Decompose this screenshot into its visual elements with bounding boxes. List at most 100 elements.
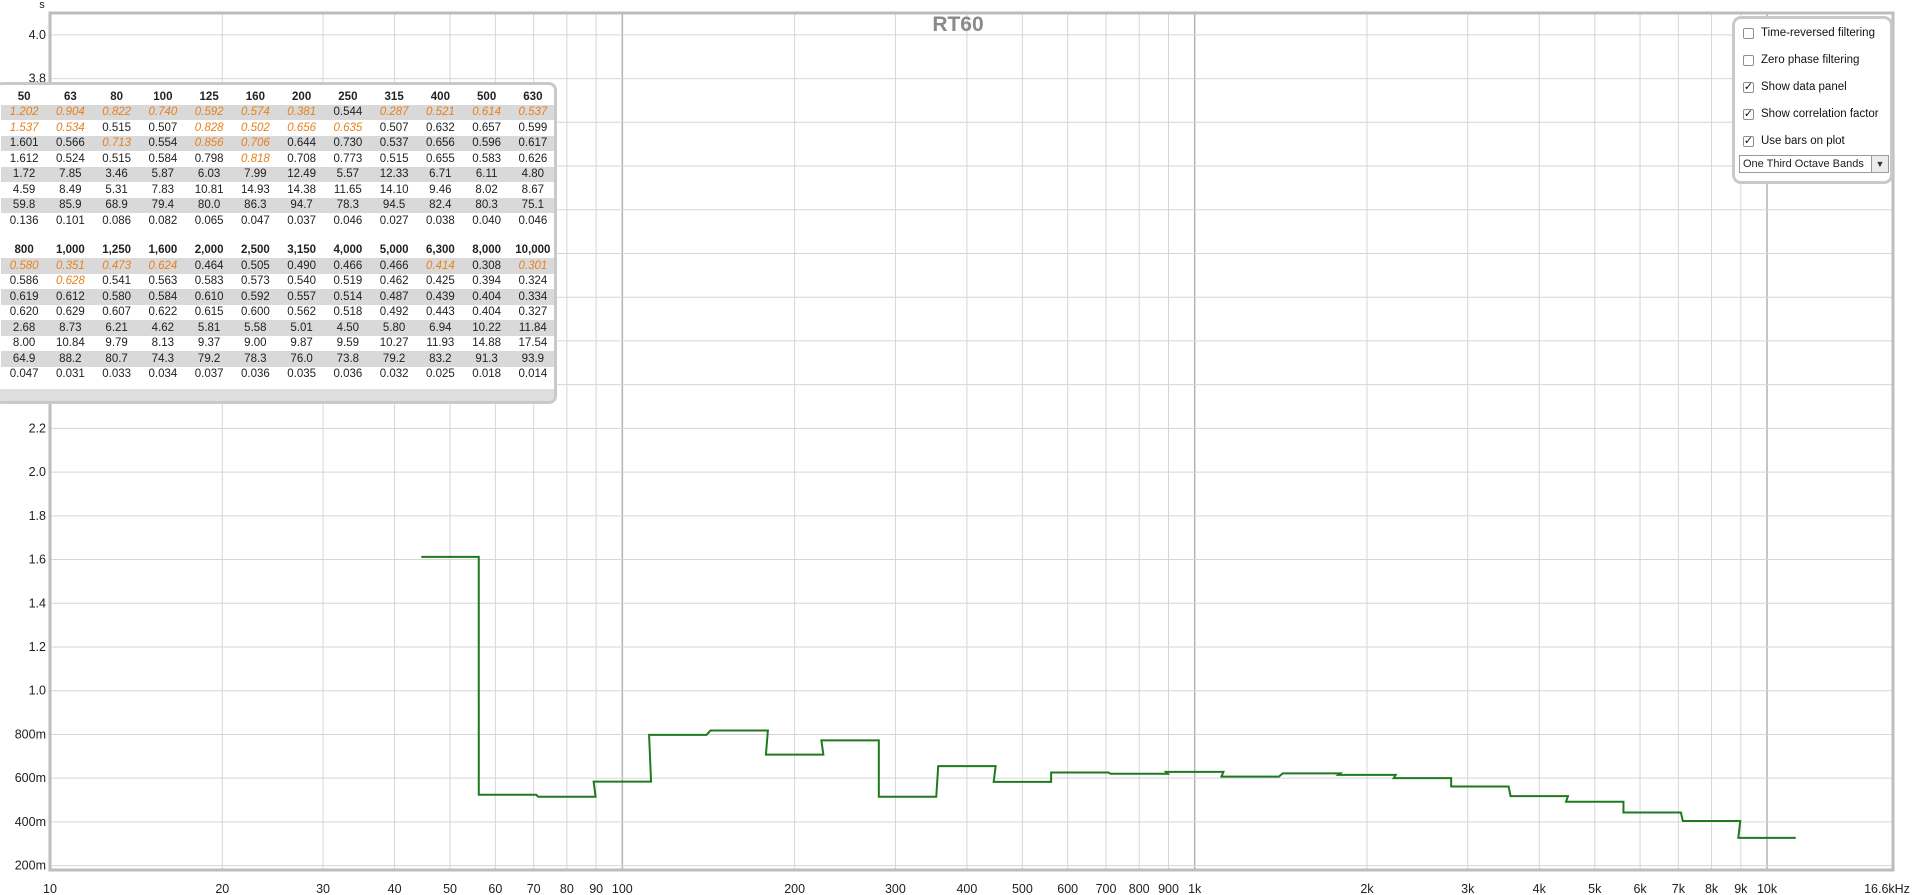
x-tick-label: 800 bbox=[1129, 882, 1150, 895]
band-header-cell: 8,000 bbox=[472, 244, 502, 257]
rt60-band-bar bbox=[1166, 771, 1223, 773]
table-cell: 0.502 bbox=[240, 121, 270, 134]
band-header-cell: 630 bbox=[523, 90, 543, 103]
table-cell: 10.27 bbox=[379, 337, 409, 350]
table-cell: 82.4 bbox=[417, 197, 464, 213]
table-cell: 0.505 bbox=[232, 258, 279, 274]
show-correlation-checkbox[interactable]: ✓ bbox=[1743, 108, 1754, 120]
x-tick-label: 4k bbox=[1533, 882, 1547, 895]
table-cell: 0.599 bbox=[518, 121, 548, 134]
band-header-cell: 1,600 bbox=[148, 244, 178, 257]
options-panel: Time-reversed filtering Zero phase filte… bbox=[1732, 16, 1893, 184]
table-cell: 0.046 bbox=[333, 214, 363, 227]
table-cell: 5.31 bbox=[105, 183, 128, 196]
use-bars-checkbox[interactable]: ✓ bbox=[1743, 135, 1754, 147]
table-cell: 2.68 bbox=[1, 320, 48, 336]
table-cell: 94.5 bbox=[371, 197, 418, 213]
table-cell: 4.62 bbox=[139, 320, 186, 336]
table-row: 0.619 0.612 0.580 0.584 0.610 0.592 0.557 0.514… bbox=[1, 289, 554, 305]
table-cell: 1.601 bbox=[1, 135, 48, 151]
band-header-cell: 2,000 bbox=[194, 244, 224, 257]
show-data-panel-label: Show data panel bbox=[1761, 81, 1847, 93]
table-cell: 0.025 bbox=[425, 368, 455, 381]
table-cell: 0.656 bbox=[287, 121, 317, 134]
time-reversed-option[interactable]: Time-reversed filtering bbox=[1743, 25, 1875, 41]
rt60-band-bar bbox=[594, 781, 651, 783]
table-cell: 80.7 bbox=[93, 351, 140, 367]
table-cell: 0.487 bbox=[371, 289, 418, 305]
table-cell: 0.086 bbox=[102, 214, 132, 227]
rt60-band-bar bbox=[1738, 837, 1795, 839]
table-cell: 0.818 bbox=[240, 152, 270, 165]
table-cell: 12.33 bbox=[371, 166, 418, 182]
table-cell: 4.59 bbox=[12, 183, 36, 196]
table-row: 1.612 0.524 0.515 0.584 0.798 0.818 0.708 0.773… bbox=[1, 151, 554, 167]
table-cell: 0.136 bbox=[9, 214, 39, 227]
table-cell: 0.600 bbox=[240, 306, 270, 319]
table-cell: 3.46 bbox=[93, 166, 140, 182]
table-cell: 14.88 bbox=[472, 337, 502, 350]
table-cell: 93.9 bbox=[509, 351, 554, 367]
table-cell: 0.037 bbox=[287, 214, 317, 227]
table-cell: 0.014 bbox=[518, 368, 548, 381]
zero-phase-checkbox[interactable] bbox=[1743, 54, 1754, 66]
chevron-down-icon[interactable]: ▼ bbox=[1871, 156, 1888, 172]
table-cell: 0.031 bbox=[55, 368, 85, 381]
rt60-band-bar bbox=[1338, 774, 1395, 776]
rt60-band-bar bbox=[1221, 776, 1278, 778]
table-cell: 0.632 bbox=[425, 121, 455, 134]
x-tick-label: 7k bbox=[1672, 882, 1686, 895]
y-tick-label: 1.8 bbox=[29, 509, 46, 523]
table-cell: 73.8 bbox=[324, 351, 371, 367]
x-tick-label: 20 bbox=[215, 882, 229, 895]
table-cell: 0.615 bbox=[194, 306, 224, 319]
x-tick-label: 900 bbox=[1158, 882, 1179, 895]
rt60-band-bar bbox=[879, 796, 936, 798]
table-cell: 74.3 bbox=[139, 351, 186, 367]
table-cell: 5.81 bbox=[186, 320, 233, 336]
table-row: 64.9 88.2 80.7 74.3 79.2 78.3 76.0 73.8 79.2 83.2… bbox=[1, 351, 554, 367]
x-axis-ticks: 10 20 30 40 50 60 70 80 90 100 200 300 400 500 600 700 8… bbox=[43, 882, 1910, 895]
use-bars-option[interactable]: ✓ Use bars on plot bbox=[1743, 133, 1845, 149]
table-cell: 9.37 bbox=[197, 337, 221, 350]
table-cell: 0.580 bbox=[1, 258, 48, 274]
show-correlation-option[interactable]: ✓ Show correlation factor bbox=[1743, 106, 1879, 122]
table-row: 8.00 10.84 9.79 8.13 9.37 9.00 9.87 9.59 10.27 11… bbox=[1, 336, 554, 352]
rt60-band-bar bbox=[1566, 801, 1623, 803]
table-cell: 7.85 bbox=[47, 166, 94, 182]
table-cell: 14.38 bbox=[287, 183, 317, 196]
band-header-cell: 10,000 bbox=[515, 244, 551, 257]
rt60-band-bar bbox=[421, 556, 478, 558]
table-cell: 0.620 bbox=[9, 306, 39, 319]
show-data-panel-option[interactable]: ✓ Show data panel bbox=[1743, 79, 1847, 95]
x-tick-label: 400 bbox=[956, 882, 977, 895]
table-cell: 0.541 bbox=[102, 275, 132, 288]
table-cell: 0.562 bbox=[287, 306, 317, 319]
band-resolution-select[interactable]: One Third Octave Bands ▼ bbox=[1739, 155, 1889, 173]
band-header-cell: 2,500 bbox=[240, 244, 270, 257]
table-row: 4.59 8.49 5.31 7.83 10.81 14.93 14.38 11.65 14.1… bbox=[1, 182, 554, 198]
band-header-cell: 4,000 bbox=[333, 244, 363, 257]
table-cell: 0.351 bbox=[47, 258, 94, 274]
table-cell: 0.657 bbox=[472, 121, 502, 134]
table-cell: 0.706 bbox=[232, 135, 279, 151]
table-cell: 0.037 bbox=[194, 368, 224, 381]
x-tick-label: 50 bbox=[443, 882, 457, 895]
time-reversed-checkbox[interactable] bbox=[1743, 27, 1754, 39]
show-data-panel-checkbox[interactable]: ✓ bbox=[1743, 81, 1754, 93]
table-cell: 5.87 bbox=[139, 166, 186, 182]
table-cell: 0.308 bbox=[463, 258, 510, 274]
table-cell: 0.101 bbox=[55, 214, 85, 227]
zero-phase-option[interactable]: Zero phase filtering bbox=[1743, 52, 1859, 68]
table-cell: 5.80 bbox=[371, 320, 418, 336]
band-header-cell: 160 bbox=[245, 90, 265, 103]
table-cell: 0.404 bbox=[472, 306, 502, 319]
table-cell: 0.740 bbox=[139, 104, 186, 120]
table-cell: 0.534 bbox=[55, 121, 85, 134]
table-row: 0.586 0.628 0.541 0.563 0.583 0.573 0.540 0.519… bbox=[1, 274, 554, 290]
band-header-cell: 1,250 bbox=[102, 244, 132, 257]
table-cell: 5.57 bbox=[324, 166, 371, 182]
table-row: 1.72 7.85 3.46 5.87 6.03 7.99 12.49 5.57 12.33 6.… bbox=[1, 166, 554, 182]
table-cell: 78.3 bbox=[232, 351, 279, 367]
y-tick-label: 1.4 bbox=[29, 596, 46, 610]
